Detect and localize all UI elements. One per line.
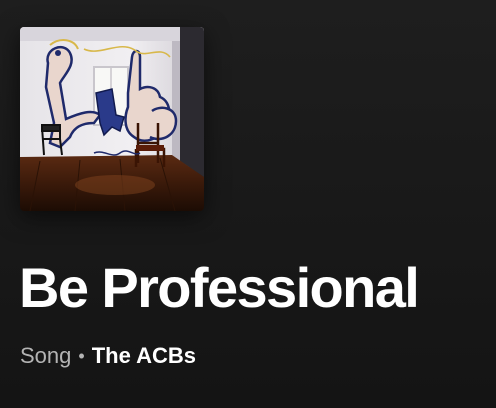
album-cover-image[interactable] — [20, 27, 204, 211]
artist-link[interactable]: The ACBs — [92, 341, 196, 371]
track-meta: Song • The ACBs — [20, 341, 196, 371]
separator-dot: • — [78, 346, 85, 366]
track-title: Be Professional — [19, 256, 420, 319]
track-header: Be Professional Song • The ACBs — [0, 0, 496, 408]
track-type-label: Song — [20, 343, 72, 368]
